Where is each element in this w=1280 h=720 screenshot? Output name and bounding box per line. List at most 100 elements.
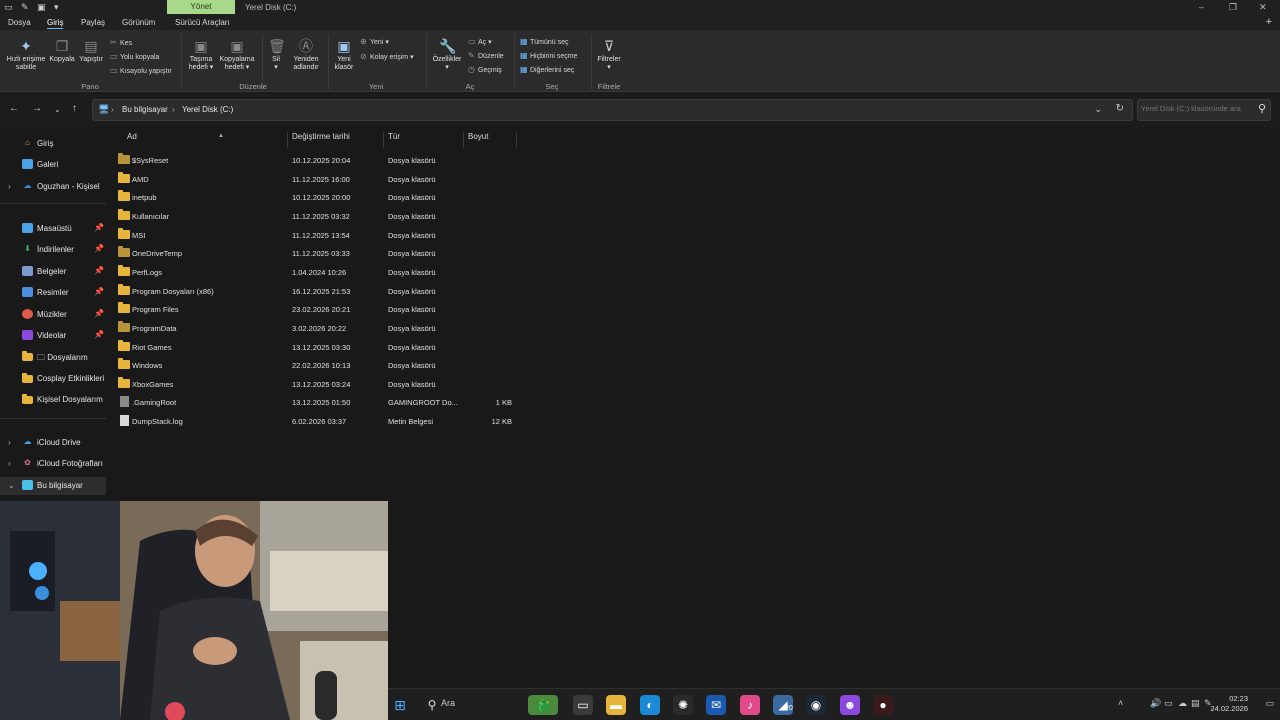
file-row[interactable]: MSI 11.12.2025 13:54 Dosya klasörü: [108, 226, 518, 244]
sidebar-item-videolar[interactable]: Videolar 📌: [0, 327, 106, 345]
display-icon[interactable]: ▭: [1164, 698, 1173, 709]
cut-button[interactable]: ✂ Kes: [110, 38, 132, 47]
file-row[interactable]: Program Dosyaları (x86) 16.12.2025 21:53 D…: [108, 282, 518, 300]
dragon-app-icon[interactable]: 🐉: [528, 695, 558, 715]
onedrive-icon[interactable]: ☁: [1178, 698, 1187, 709]
file-row[interactable]: XboxGames 13.12.2025 03:24 Dosya klasörü: [108, 375, 518, 393]
sidebar-item-icloud-fotograflari[interactable]: › ✿ iCloud Fotoğrafları: [0, 455, 106, 473]
search-input[interactable]: [1141, 104, 1249, 113]
column-header-name[interactable]: Ad ▲: [123, 132, 288, 148]
sidebar-item-indirilenler[interactable]: ⬇ İndirilenler 📌: [0, 241, 106, 259]
history-button[interactable]: ◷ Geçmiş: [468, 65, 502, 74]
sidebar-item-bu-bilgisayar[interactable]: ⌄ Bu bilgisayar: [0, 477, 106, 495]
file-row[interactable]: $SysReset 10.12.2025 20:04 Dosya klasörü: [108, 151, 518, 169]
sidebar-item-dosyalarim[interactable]: 🗀 Dosyalarım: [0, 348, 106, 366]
sidebar-item-oguzhan-kisisel[interactable]: › ☁ Oguzhan - Kişisel: [0, 178, 106, 196]
tab-paylas[interactable]: Paylaş: [81, 18, 105, 27]
volume-icon[interactable]: 🔊: [1150, 698, 1161, 709]
properties-button[interactable]: 🔧 Özellikler ▾: [430, 38, 464, 72]
new-folder-button[interactable]: ▣ Yeni klasör: [331, 38, 357, 72]
file-row[interactable]: OneDriveTemp 11.12.2025 03:33 Dosya klasör…: [108, 244, 518, 262]
tab-surucu-araclari[interactable]: Sürücü Araçları: [175, 18, 230, 27]
breadcrumb-bu-bilgisayar[interactable]: Bu bilgisayar: [122, 105, 168, 114]
sidebar-item-icloud-drive[interactable]: › ☁ iCloud Drive: [0, 434, 106, 452]
paste-shortcut-button[interactable]: ▭ Kısayolu yapıştır: [110, 66, 172, 75]
column-header-date[interactable]: Değiştirme tarihi: [288, 132, 384, 148]
open-button[interactable]: ▭ Aç ▾: [468, 37, 492, 46]
up-arrow-icon[interactable]: ↑: [72, 103, 77, 114]
edit-button[interactable]: ✎ Düzenle: [468, 51, 504, 60]
pin-quick-access-button[interactable]: ✦ Hızlı erişime sabitle: [4, 38, 48, 72]
chevron-right-icon[interactable]: ›: [8, 182, 11, 191]
file-row[interactable]: ProgramData 3.02.2026 20:22 Dosya klasörü: [108, 319, 518, 337]
search-box[interactable]: ⚲: [1137, 99, 1271, 121]
move-to-button[interactable]: ▣ Taşıma hedefi ▾: [186, 38, 216, 72]
chatgpt-icon[interactable]: ✺: [673, 695, 693, 715]
clock[interactable]: 02:23 24.02.2026: [1210, 694, 1248, 714]
quick-access-toolbar[interactable]: ▭ ✎ ▣ ▾: [4, 2, 62, 13]
sidebar-item-kisisel-dosyalarim[interactable]: Kişisel Dosyalarım: [0, 391, 106, 409]
address-box[interactable]: 🖥 › Bu bilgisayar › Yerel Disk (C:) ⌄ ↻: [92, 99, 1133, 121]
obs-icon[interactable]: ●: [873, 695, 893, 715]
file-row[interactable]: DumpStack.log 6.02.2026 03:37 Metin Belges…: [108, 412, 518, 430]
start-icon[interactable]: ⊞: [390, 695, 410, 715]
select-none-button[interactable]: ▦ Hiçbirini seçme: [520, 51, 577, 60]
copy-to-button[interactable]: ▣ Kopyalama hedefi ▾: [217, 38, 257, 72]
add-tab-icon[interactable]: +: [1266, 16, 1272, 28]
sidebar-item-galeri[interactable]: Galeri: [0, 156, 106, 174]
back-arrow-icon[interactable]: ←: [9, 103, 19, 114]
window-app-icon[interactable]: ▭: [573, 695, 593, 715]
column-header-type[interactable]: Tür: [384, 132, 464, 148]
maximize-button[interactable]: ❐: [1229, 2, 1237, 13]
network-icon[interactable]: ▤: [1191, 698, 1200, 709]
discord-icon[interactable]: ☻: [840, 695, 860, 715]
show-hidden-icons[interactable]: ˄: [1118, 698, 1123, 708]
pin-icon[interactable]: 📌: [94, 223, 104, 232]
pin-icon[interactable]: 📌: [94, 244, 104, 253]
sidebar-item-giris[interactable]: ⌂ Giriş: [0, 135, 106, 153]
close-button[interactable]: ✕: [1259, 2, 1267, 13]
chevron-right-icon[interactable]: ›: [8, 438, 11, 447]
paste-button[interactable]: ▤ Yapıştır: [78, 38, 104, 64]
delete-button[interactable]: 🗑 Sil ▾: [266, 38, 286, 72]
search-icon[interactable]: ⚲: [1258, 102, 1266, 115]
pin-icon[interactable]: 📌: [94, 309, 104, 318]
address-dropdown-icon[interactable]: ⌄: [1094, 104, 1102, 115]
file-row[interactable]: PerfLogs 1.04.2024 10:26 Dosya klasörü: [108, 263, 518, 281]
file-row[interactable]: Program Files 23.02.2026 20:21 Dosya klasö…: [108, 300, 518, 318]
sidebar-item-masaustu[interactable]: Masaüstü 📌: [0, 220, 106, 238]
manage-context-tab[interactable]: Yönet: [167, 0, 235, 14]
copy-button[interactable]: ❐ Kopyala: [48, 38, 76, 64]
tab-gorunum[interactable]: Görünüm: [122, 18, 155, 27]
sidebar-item-cosplay-etkinlikleri[interactable]: Cosplay Etkinlikleri: [0, 370, 106, 388]
refresh-icon[interactable]: ↻: [1116, 103, 1124, 114]
file-row[interactable]: .GamingRoot 13.12.2025 01:50 GAMINGROOT Do…: [108, 393, 518, 411]
invert-selection-button[interactable]: ▦ Diğerlerini seç: [520, 65, 574, 74]
mail-icon[interactable]: ✉: [706, 695, 726, 715]
sidebar-item-resimler[interactable]: Resimler 📌: [0, 284, 106, 302]
search-icon[interactable]: ⚲: [422, 695, 442, 715]
new-item-button[interactable]: ⊕ Yeni ▾: [360, 37, 389, 46]
pin-icon[interactable]: 📌: [94, 266, 104, 275]
column-header-size[interactable]: Boyut: [464, 132, 517, 148]
sidebar-item-muzikler[interactable]: Müzikler 📌: [0, 306, 106, 324]
rename-button[interactable]: Ⓐ Yeniden adlandır: [288, 38, 324, 72]
copy-path-button[interactable]: ▭ Yolu kopyala: [110, 52, 159, 61]
edge-icon[interactable]: ◐: [640, 695, 660, 715]
breadcrumb-yerel-disk[interactable]: Yerel Disk (C:): [182, 105, 233, 114]
file-explorer-icon[interactable]: ▬: [606, 695, 626, 715]
file-row[interactable]: Riot Games 13.12.2025 03:30 Dosya klasörü: [108, 338, 518, 356]
select-all-button[interactable]: ▦ Tümünü seç: [520, 37, 569, 46]
file-row[interactable]: inetpub 10.12.2025 20:00 Dosya klasörü: [108, 188, 518, 206]
tab-dosya[interactable]: Dosya: [8, 18, 31, 27]
file-row[interactable]: Kullanıcılar 11.12.2025 03:32 Dosya klasör…: [108, 207, 518, 225]
file-row[interactable]: Windows 22.02.2026 10:13 Dosya klasörü: [108, 356, 518, 374]
forward-arrow-icon[interactable]: →: [32, 103, 42, 114]
recent-locations-icon[interactable]: ⌄: [54, 105, 61, 114]
chevron-down-icon[interactable]: ⌄: [8, 481, 15, 490]
steam-icon[interactable]: ◉: [806, 695, 826, 715]
pin-icon[interactable]: 📌: [94, 287, 104, 296]
tab-giris[interactable]: Giriş: [47, 18, 64, 29]
filters-button[interactable]: ⊽ Filtreler ▾: [594, 38, 624, 72]
easy-access-button[interactable]: ⊘ Kolay erişim ▾: [360, 52, 414, 61]
